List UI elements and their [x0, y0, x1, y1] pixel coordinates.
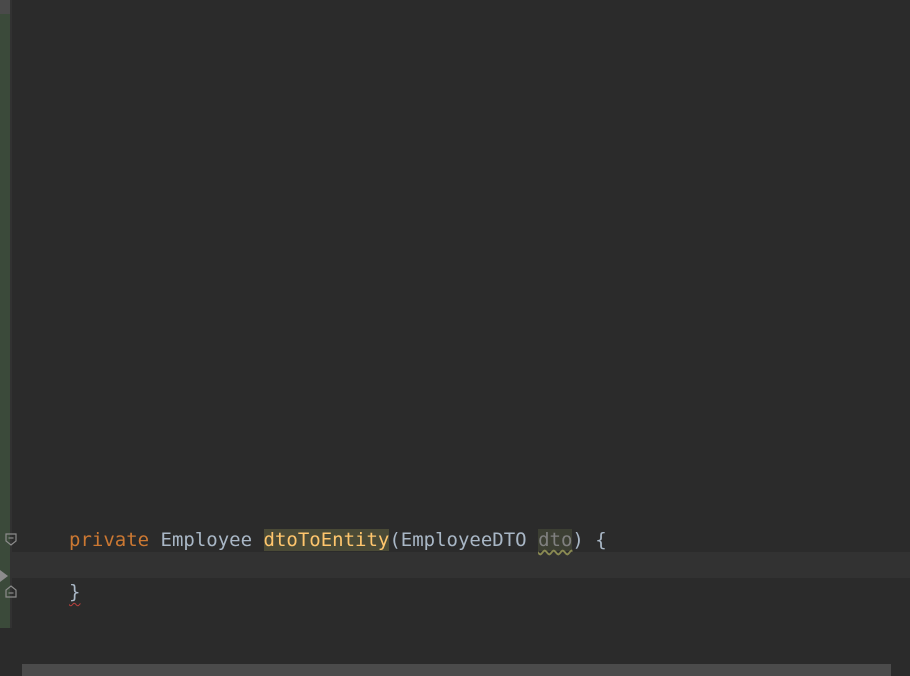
method-name[interactable]: dtoToEntity [263, 529, 390, 551]
close-paren-brace: ) { [572, 529, 607, 551]
horizontal-scrollbar[interactable] [22, 664, 891, 676]
caret-row-icon [0, 570, 8, 582]
fold-end-icon[interactable] [4, 584, 18, 598]
fold-open-icon[interactable] [4, 533, 18, 547]
keyword-private: private [69, 529, 150, 551]
param-type: EmployeeDTO [400, 529, 527, 551]
code-editor[interactable]: private Employee dtoToEntity(EmployeeDTO… [0, 0, 910, 676]
return-type: Employee [160, 529, 253, 551]
current-line-highlight [12, 552, 910, 578]
open-paren: ( [389, 529, 401, 551]
code-line-closing-brace[interactable]: } [69, 579, 80, 605]
code-line-method-signature[interactable]: private Employee dtoToEntity(EmployeeDTO… [69, 527, 607, 553]
gutter-top-cap [0, 0, 10, 14]
unused-param[interactable]: dto [538, 529, 573, 551]
closing-brace: } [69, 581, 81, 603]
